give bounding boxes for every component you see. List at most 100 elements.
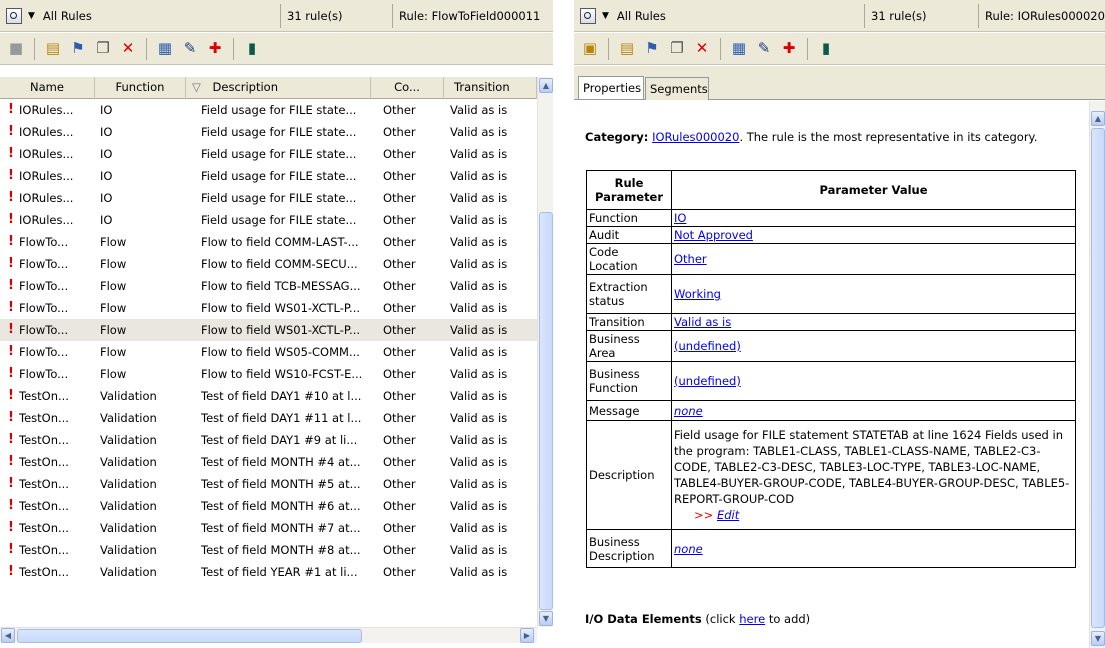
- table-row[interactable]: ! FlowTo... Flow Flow to field WS01-XCTL-P.…: [0, 319, 537, 341]
- table-row[interactable]: ! TestOn... Validation Test of field DAY1 #…: [0, 407, 537, 429]
- table-row[interactable]: ! TestOn... Validation Test of field MONTH …: [0, 539, 537, 561]
- table-row[interactable]: ! IORules... IO Field usage for FILE state.…: [0, 209, 537, 231]
- alert-icon: !: [8, 344, 14, 359]
- parameter-name: Extraction status: [586, 274, 672, 314]
- left-vertical-scrollbar[interactable]: ▲ ▼: [537, 77, 553, 627]
- delete-icon[interactable]: ✕: [118, 39, 138, 59]
- col-transition-header[interactable]: Transition: [444, 77, 537, 99]
- cell-description: Test of field MONTH #4 at...: [201, 455, 361, 469]
- table-row[interactable]: ! IORules... IO Field usage for FILE state.…: [0, 121, 537, 143]
- book-icon[interactable]: ▮: [816, 39, 836, 59]
- up-folder-icon[interactable]: ▣: [580, 39, 600, 59]
- col-function-header[interactable]: Function: [95, 77, 186, 99]
- add-icon[interactable]: ✚: [779, 39, 799, 59]
- edit-icon[interactable]: ✎: [180, 39, 200, 59]
- cell-description: Field usage for FILE state...: [201, 191, 357, 205]
- cell-code-location: Other: [383, 433, 416, 447]
- left-scope-selector[interactable]: ▼ All Rules: [0, 4, 275, 28]
- table-row[interactable]: ! TestOn... Validation Test of field YEAR #…: [0, 561, 537, 583]
- io-add-link[interactable]: here: [739, 612, 765, 626]
- scroll-thumb[interactable]: [539, 212, 553, 610]
- table-row[interactable]: ! TestOn... Validation Test of field DAY1 #…: [0, 429, 537, 451]
- cell-transition: Valid as is: [450, 103, 508, 117]
- left-horizontal-scrollbar[interactable]: ◀ ▶: [0, 627, 537, 643]
- cell-code-location: Other: [383, 301, 416, 315]
- parameter-value-link[interactable]: IO: [674, 211, 686, 225]
- table-row[interactable]: ! TestOn... Validation Test of field MONTH …: [0, 495, 537, 517]
- cell-name: TestOn...: [19, 455, 69, 469]
- assign-icon[interactable]: ⚑: [642, 39, 662, 59]
- category-link[interactable]: IORules000020: [652, 130, 739, 144]
- assign-icon[interactable]: ⚑: [68, 39, 88, 59]
- table-row[interactable]: ! TestOn... Validation Test of field DAY1 #…: [0, 385, 537, 407]
- edit-icon[interactable]: ✎: [754, 39, 774, 59]
- new-rule-icon[interactable]: ▤: [617, 39, 637, 59]
- copy-icon[interactable]: ❐: [93, 39, 113, 59]
- cell-code-location: Other: [383, 279, 416, 293]
- copy-icon[interactable]: ❐: [667, 39, 687, 59]
- cell-code-location: Other: [383, 345, 416, 359]
- cell-name: TestOn...: [19, 411, 69, 425]
- table-row[interactable]: ! TestOn... Validation Test of field MONTH …: [0, 473, 537, 495]
- table-row[interactable]: ! IORules... IO Field usage for FILE state.…: [0, 99, 537, 121]
- rule-parameter-header: Rule Parameter: [586, 170, 672, 210]
- folder-icon[interactable]: ■: [6, 39, 26, 59]
- scroll-up-icon[interactable]: ▲: [539, 78, 553, 93]
- scroll-down-icon[interactable]: ▼: [539, 611, 553, 626]
- col-code-location-header[interactable]: Co...: [371, 77, 444, 99]
- right-scope-selector[interactable]: ▼ All Rules: [574, 4, 860, 28]
- table-row[interactable]: ! FlowTo... Flow Flow to field WS10-FCST-E.…: [0, 363, 537, 385]
- table-row[interactable]: ! FlowTo... Flow Flow to field COMM-SECU...…: [0, 253, 537, 275]
- table-row[interactable]: ! FlowTo... Flow Flow to field COMM-LAST-..…: [0, 231, 537, 253]
- col-name-header[interactable]: Name: [0, 77, 95, 99]
- delete-icon[interactable]: ✕: [692, 39, 712, 59]
- cell-function: Flow: [100, 345, 127, 359]
- alert-icon: !: [8, 322, 14, 337]
- table-row[interactable]: ! FlowTo... Flow Flow to field WS01-XCTL-P.…: [0, 297, 537, 319]
- parameter-value-link[interactable]: Working: [674, 287, 721, 301]
- scroll-right-icon[interactable]: ▶: [520, 628, 534, 643]
- cell-description: Test of field DAY1 #9 at li...: [201, 433, 358, 447]
- col-description-header[interactable]: ▽ Description: [186, 77, 371, 99]
- toolbar-separator: [146, 37, 147, 60]
- table-row[interactable]: ! FlowTo... Flow Flow to field TCB-MESSAG..…: [0, 275, 537, 297]
- parameter-value-link[interactable]: Other: [674, 252, 707, 266]
- alert-icon: !: [8, 476, 14, 491]
- parameter-value-link[interactable]: Not Approved: [674, 228, 753, 242]
- table-row[interactable]: ! IORules... IO Field usage for FILE state.…: [0, 187, 537, 209]
- parameter-name: Business Area: [586, 330, 672, 362]
- table-row[interactable]: ! TestOn... Validation Test of field MONTH …: [0, 517, 537, 539]
- alert-icon: !: [8, 564, 14, 579]
- tab-properties[interactable]: Properties: [578, 76, 644, 99]
- left-header-bar: ▼ All Rules 31 rule(s) Rule: FlowToField…: [0, 0, 553, 32]
- business-description-link[interactable]: none: [674, 542, 703, 556]
- alert-icon: !: [8, 278, 14, 293]
- tab-segments[interactable]: Segments: [645, 77, 709, 100]
- hscroll-thumb[interactable]: [17, 629, 362, 643]
- table-row[interactable]: ! IORules... IO Field usage for FILE state.…: [0, 143, 537, 165]
- parameter-value-link[interactable]: none: [674, 404, 703, 418]
- book-icon[interactable]: ▮: [242, 39, 262, 59]
- parameter-value-link[interactable]: Valid as is: [674, 315, 731, 329]
- edit-link[interactable]: Edit: [717, 508, 739, 522]
- cell-code-location: Other: [383, 323, 416, 337]
- add-icon[interactable]: ✚: [205, 39, 225, 59]
- alert-icon: !: [8, 212, 14, 227]
- grid-icon[interactable]: ▦: [155, 39, 175, 59]
- cell-description: Field usage for FILE state...: [201, 125, 357, 139]
- table-row[interactable]: ! FlowTo... Flow Flow to field WS05-COMM...…: [0, 341, 537, 363]
- scroll-up-icon[interactable]: ▲: [1091, 111, 1105, 126]
- parameter-value-link[interactable]: (undefined): [674, 374, 741, 388]
- grid-icon[interactable]: ▦: [729, 39, 749, 59]
- new-rule-icon[interactable]: ▤: [43, 39, 63, 59]
- scroll-down-icon[interactable]: ▼: [1091, 631, 1105, 646]
- right-vertical-scrollbar[interactable]: ▲ ▼: [1089, 101, 1105, 648]
- scroll-left-icon[interactable]: ◀: [1, 628, 15, 643]
- parameter-row: Business Area (undefined): [586, 330, 1076, 362]
- alert-icon: !: [8, 520, 14, 535]
- table-row[interactable]: ! TestOn... Validation Test of field MONTH …: [0, 451, 537, 473]
- parameter-value-link[interactable]: (undefined): [674, 339, 741, 353]
- scroll-thumb[interactable]: [1091, 128, 1105, 628]
- alert-icon: !: [8, 300, 14, 315]
- table-row[interactable]: ! IORules... IO Field usage for FILE state.…: [0, 165, 537, 187]
